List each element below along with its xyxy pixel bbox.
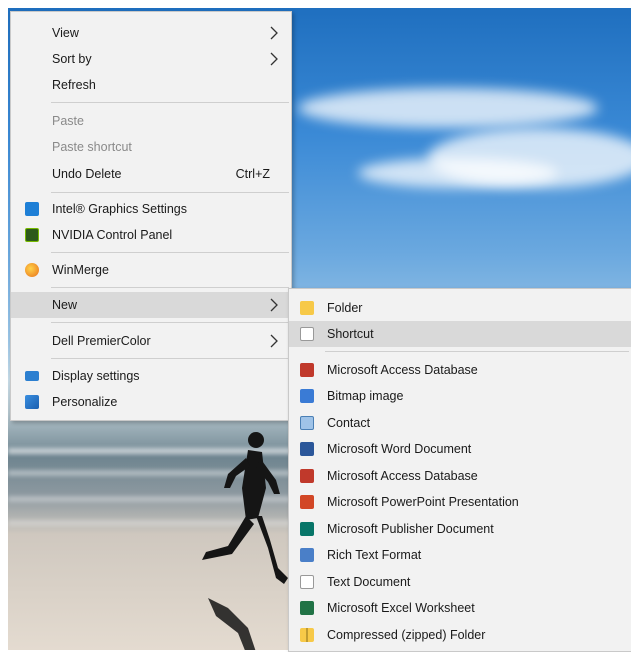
submenu-item-access-database[interactable]: Microsoft Access Database [289,357,631,383]
menu-item-label: Dell PremierColor [52,334,151,348]
contact-icon [300,416,314,430]
menu-item-dell-premiercolor[interactable]: Dell PremierColor [11,328,291,354]
keyboard-shortcut: Ctrl+Z [235,167,270,181]
menu-item-label: Display settings [52,369,140,383]
submenu-item-publisher[interactable]: Microsoft Publisher Document [289,516,631,542]
menu-item-label: Refresh [52,78,96,92]
publisher-icon [300,522,314,536]
personalize-icon [25,395,39,409]
cloud [358,158,558,188]
menu-separator [51,287,289,288]
menu-item-intel-graphics[interactable]: Intel® Graphics Settings [11,196,291,222]
menu-item-label: Microsoft Word Document [327,442,472,456]
menu-separator [51,252,289,253]
menu-item-label: Microsoft Excel Worksheet [327,601,475,615]
menu-item-label: NVIDIA Control Panel [52,228,173,242]
submenu-item-rich-text-format[interactable]: Rich Text Format [289,542,631,568]
menu-item-display-settings[interactable]: Display settings [11,363,291,389]
menu-item-label: Microsoft Access Database [327,469,478,483]
submenu-item-text-document[interactable]: Text Document [289,569,631,595]
chevron-right-icon [270,298,278,312]
zip-folder-icon [300,628,314,642]
access-icon [300,363,314,377]
submenu-item-folder[interactable]: Folder [289,295,631,321]
chevron-right-icon [270,52,278,66]
menu-item-paste-shortcut: Paste shortcut [11,134,291,160]
submenu-item-access-database-2[interactable]: Microsoft Access Database [289,463,631,489]
word-icon [300,442,314,456]
powerpoint-icon [300,495,314,509]
menu-item-nvidia-control-panel[interactable]: NVIDIA Control Panel [11,222,291,248]
submenu-item-compressed-folder[interactable]: Compressed (zipped) Folder [289,622,631,648]
new-submenu: Folder Shortcut Microsoft Access Databas… [288,288,631,652]
submenu-item-powerpoint[interactable]: Microsoft PowerPoint Presentation [289,489,631,515]
submenu-item-contact[interactable]: Contact [289,410,631,436]
menu-separator [51,322,289,323]
excel-icon [300,601,314,615]
menu-item-paste: Paste [11,108,291,134]
menu-item-label: Paste [52,114,84,128]
menu-item-label: Compressed (zipped) Folder [327,628,486,642]
menu-separator [325,351,629,352]
menu-item-sort-by[interactable]: Sort by [11,46,291,72]
submenu-item-bitmap-image[interactable]: Bitmap image [289,383,631,409]
menu-item-label: Microsoft PowerPoint Presentation [327,495,519,509]
rtf-icon [300,548,314,562]
menu-item-label: Microsoft Access Database [327,363,478,377]
submenu-item-excel-worksheet[interactable]: Microsoft Excel Worksheet [289,595,631,621]
chevron-right-icon [270,334,278,348]
menu-item-view[interactable]: View [11,20,291,46]
runner-silhouette [202,432,288,650]
nvidia-icon [25,228,39,242]
winmerge-icon [25,263,39,277]
menu-item-label: WinMerge [52,263,109,277]
menu-separator [51,192,289,193]
submenu-item-shortcut[interactable]: Shortcut [289,321,631,347]
menu-item-winmerge[interactable]: WinMerge [11,257,291,283]
menu-item-personalize[interactable]: Personalize [11,389,291,415]
shortcut-icon [300,327,314,341]
chevron-right-icon [270,26,278,40]
menu-item-label: Rich Text Format [327,548,422,562]
menu-separator [51,102,289,103]
menu-item-undo-delete[interactable]: Undo Delete Ctrl+Z [11,161,291,187]
menu-item-new[interactable]: New [11,292,291,318]
menu-item-label: Text Document [327,575,411,589]
bitmap-icon [300,389,314,403]
folder-icon [300,301,314,315]
menu-separator [51,358,289,359]
menu-item-label: Intel® Graphics Settings [52,202,187,216]
submenu-item-word-document[interactable]: Microsoft Word Document [289,436,631,462]
menu-item-label: Shortcut [327,327,374,341]
menu-item-label: Contact [327,416,371,430]
menu-item-label: View [52,26,79,40]
intel-graphics-icon [25,202,39,216]
menu-item-label: Paste shortcut [52,140,132,154]
display-settings-icon [25,371,39,381]
access-icon [300,469,314,483]
menu-item-label: Folder [327,301,363,315]
text-document-icon [300,575,314,589]
desktop-context-menu: View Sort by Refresh Paste Paste shortcu… [10,11,292,421]
menu-item-label: Sort by [52,52,92,66]
menu-item-refresh[interactable]: Refresh [11,72,291,98]
menu-item-label: New [52,298,78,312]
menu-item-label: Bitmap image [327,389,404,403]
menu-item-label: Undo Delete [52,167,122,181]
menu-item-label: Personalize [52,395,118,409]
cloud [298,88,598,128]
menu-item-label: Microsoft Publisher Document [327,522,494,536]
